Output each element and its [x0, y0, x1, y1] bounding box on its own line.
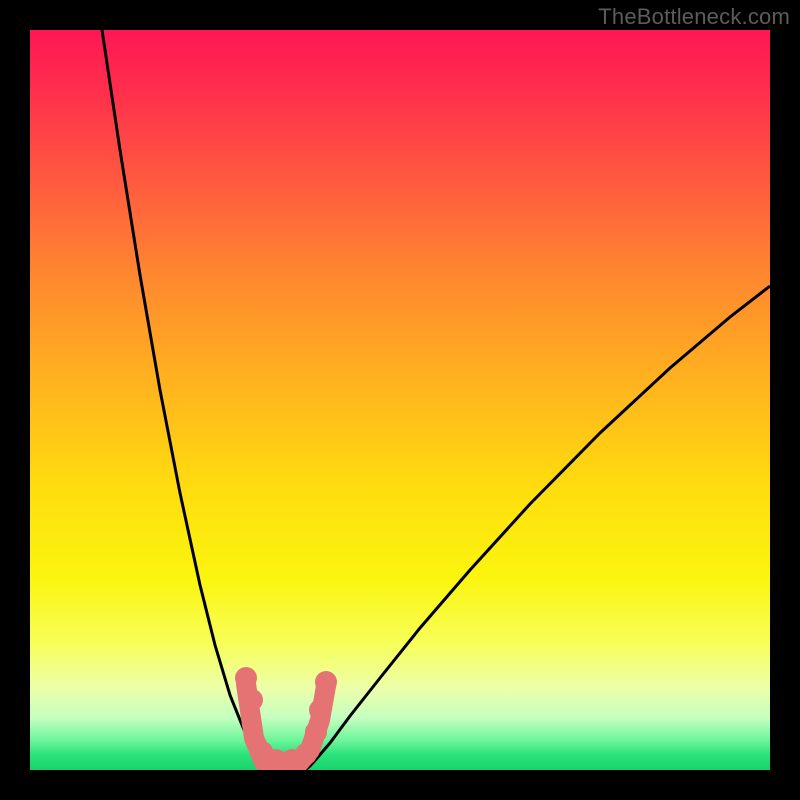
marker-dot [315, 671, 337, 693]
marker-dot [295, 743, 317, 765]
plot-area [30, 30, 770, 770]
curve-right-branch [305, 286, 770, 770]
marker-dot [235, 667, 257, 689]
curve-left-branch [102, 30, 266, 770]
marker-dot [309, 699, 331, 721]
marker-dot [305, 721, 327, 743]
chart-stage: TheBottleneck.com [0, 0, 800, 800]
marker-dot [241, 689, 263, 711]
curve-layer [30, 30, 770, 770]
bottleneck-curves [102, 30, 770, 770]
watermark-text: TheBottleneck.com [598, 4, 790, 30]
